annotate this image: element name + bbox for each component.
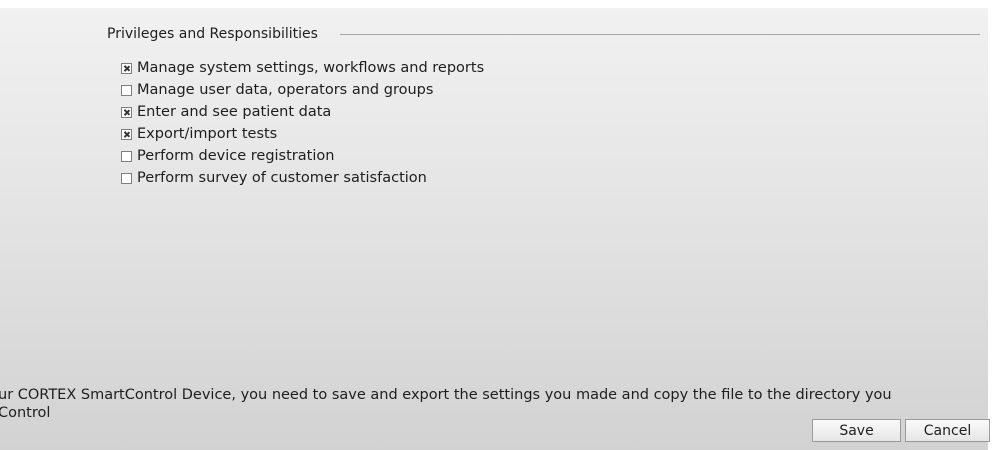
privilege-label: Perform device registration: [137, 148, 335, 164]
privileges-panel: Privileges and Responsibilities Manage s…: [0, 8, 988, 450]
privilege-label: Export/import tests: [137, 126, 278, 142]
checkbox[interactable]: [121, 150, 132, 162]
info-text-line-1: ur CORTEX SmartControl Device, you need …: [0, 387, 892, 403]
window-frame: Privileges and Responsibilities Manage s…: [0, 0, 994, 450]
privilege-item-export-import-tests[interactable]: Export/import tests: [121, 123, 484, 145]
privileges-list: Manage system settings, workflows and re…: [121, 57, 484, 189]
privilege-label: Manage system settings, workflows and re…: [137, 60, 485, 76]
checkbox[interactable]: [121, 106, 132, 118]
privileges-legend: Privileges and Responsibilities: [107, 26, 318, 42]
save-button[interactable]: Save: [812, 419, 901, 442]
privilege-label: Manage user data, operators and groups: [137, 82, 434, 98]
info-text: ur CORTEX SmartControl Device, you need …: [0, 386, 892, 422]
fieldset-divider: [340, 34, 980, 35]
privilege-item-manage-system-settings[interactable]: Manage system settings, workflows and re…: [121, 57, 484, 79]
info-text-line-2: Control: [0, 405, 51, 421]
privilege-label: Perform survey of customer satisfaction: [137, 170, 427, 186]
privilege-label: Enter and see patient data: [137, 104, 332, 120]
privilege-item-device-registration[interactable]: Perform device registration: [121, 145, 484, 167]
checkbox[interactable]: [121, 128, 132, 140]
checkbox[interactable]: [121, 84, 132, 96]
privilege-item-customer-survey[interactable]: Perform survey of customer satisfaction: [121, 167, 484, 189]
cancel-button[interactable]: Cancel: [905, 419, 990, 442]
checkbox[interactable]: [121, 62, 132, 74]
privilege-item-enter-patient-data[interactable]: Enter and see patient data: [121, 101, 484, 123]
checkbox[interactable]: [121, 172, 132, 184]
privilege-item-manage-user-data[interactable]: Manage user data, operators and groups: [121, 79, 484, 101]
